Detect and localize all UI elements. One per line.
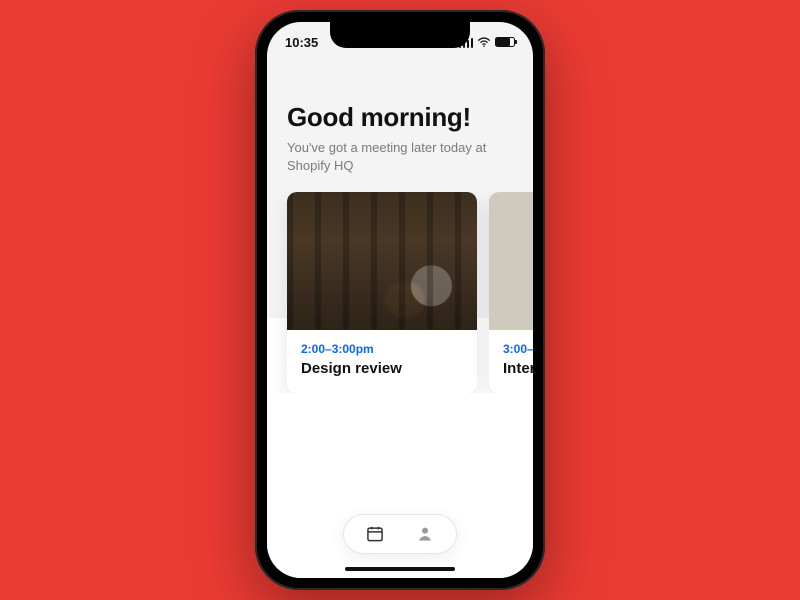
event-card[interactable]: 2:00–3:00pm Design review: [287, 192, 477, 393]
event-card-body: 3:00–3:30pm Interview: [489, 330, 533, 393]
greeting-subtitle: You've got a meeting later today at Shop…: [287, 139, 487, 174]
event-card-body: 2:00–3:00pm Design review: [287, 330, 477, 393]
event-carousel[interactable]: 2:00–3:00pm Design review 3:00–3:30pm In…: [267, 192, 533, 393]
calendar-tab[interactable]: [364, 523, 386, 545]
person-icon: [415, 524, 435, 544]
battery-icon: [495, 37, 515, 47]
notch: [330, 22, 470, 48]
bottom-nav: [343, 514, 457, 554]
greeting-title: Good morning!: [287, 102, 513, 133]
calendar-icon: [365, 524, 385, 544]
event-time: 3:00–3:30pm: [503, 342, 533, 356]
profile-tab[interactable]: [414, 523, 436, 545]
home-indicator[interactable]: [345, 567, 455, 571]
status-time: 10:35: [285, 35, 318, 50]
event-title: Interview: [503, 360, 533, 377]
event-title: Design review: [301, 360, 463, 377]
phone-frame: 10:35 Good morning! You've got a meeting…: [255, 10, 545, 590]
event-image: [287, 192, 477, 330]
event-card[interactable]: 3:00–3:30pm Interview: [489, 192, 533, 393]
event-image: [489, 192, 533, 330]
phone-screen: 10:35 Good morning! You've got a meeting…: [267, 22, 533, 578]
header: Good morning! You've got a meeting later…: [267, 62, 533, 192]
event-time: 2:00–3:00pm: [301, 342, 463, 356]
wifi-icon: [477, 35, 491, 49]
